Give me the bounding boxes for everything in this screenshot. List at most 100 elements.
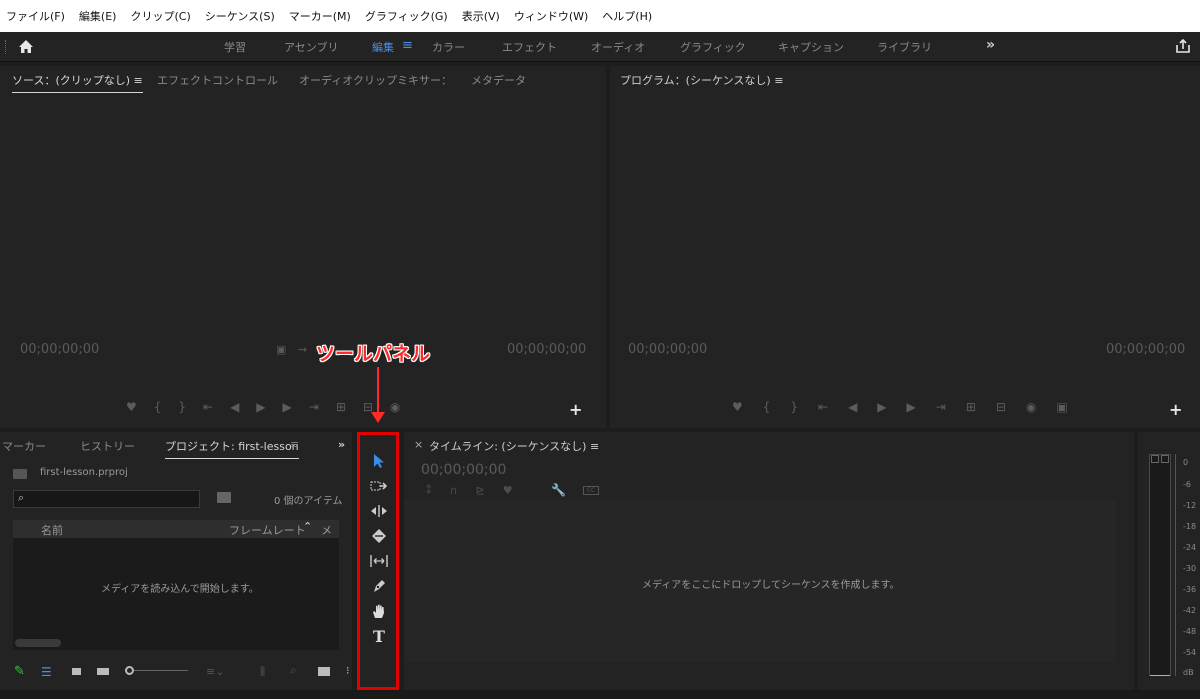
project-list-header: 名前 フレームレート ⌃ メデ: [13, 520, 339, 553]
list-view-icon[interactable]: ☰: [41, 665, 52, 679]
share-icon[interactable]: [1174, 37, 1192, 55]
program-tabbar: プログラム：(シーケンスなし) ≡: [610, 66, 1200, 94]
drag-audio-icon[interactable]: ⇝: [298, 343, 307, 356]
timeline-toolbar[interactable]: ⁑∩⊵♥: [426, 484, 531, 497]
program-add-button[interactable]: +: [1169, 400, 1182, 419]
workspace-audio[interactable]: オーディオ: [591, 39, 645, 55]
tab-program[interactable]: プログラム：(シーケンスなし) ≡: [620, 72, 783, 88]
tab-audio-clip-mixer[interactable]: オーディオクリップミキサー：: [299, 72, 452, 88]
project-tabbar: マーカー ヒストリー プロジェクト: first-lesson ≡ »: [0, 432, 352, 460]
captions-icon[interactable]: CC: [583, 486, 599, 495]
pencil-icon[interactable]: ✎: [14, 664, 25, 679]
program-transport-controls[interactable]: ♥{}⇤◀▶▶⇥⊞⊟◉▣: [732, 400, 1088, 414]
grip-handle[interactable]: [5, 40, 7, 54]
workspace-effects[interactable]: エフェクト: [502, 39, 557, 55]
workspace-bar: 学習 アセンブリ 編集 ≡ カラー エフェクト オーディオ グラフィック キャプ…: [0, 32, 1200, 62]
annotation-arrow-head: [371, 412, 385, 423]
zoom-slider-handle[interactable]: [125, 666, 134, 675]
menu-view[interactable]: 表示(V): [462, 8, 500, 24]
home-icon[interactable]: [16, 37, 36, 57]
column-framerate[interactable]: フレームレート: [229, 522, 306, 538]
menu-window[interactable]: ウィンドウ(W): [514, 8, 588, 24]
selection-tool-icon[interactable]: [369, 451, 389, 471]
project-search-input[interactable]: ⌕: [13, 490, 200, 508]
column-name[interactable]: 名前: [41, 522, 63, 538]
tab-history[interactable]: ヒストリー: [80, 438, 135, 454]
drag-video-icon[interactable]: ▣: [276, 343, 286, 356]
source-timecode-duration: 00;00;00;00: [507, 342, 587, 357]
icon-view-icon[interactable]: [72, 668, 81, 675]
tab-markers[interactable]: マーカー: [2, 438, 46, 454]
project-item-count: 0 個のアイテム: [274, 496, 343, 507]
pen-tool-icon[interactable]: [369, 576, 389, 596]
wrench-icon[interactable]: 🔧: [551, 483, 566, 497]
tab-source[interactable]: ソース：(クリップなし) ≡: [12, 72, 143, 93]
meter-tick: -18: [1183, 522, 1197, 531]
menu-edit[interactable]: 編集(E): [79, 8, 117, 24]
workspace-learn[interactable]: 学習: [224, 39, 246, 55]
menu-marker[interactable]: マーカー(M): [289, 8, 351, 24]
meter-tick: -48: [1183, 627, 1197, 636]
sort-ascending-icon[interactable]: ⌃: [303, 520, 312, 533]
ripple-edit-tool-icon[interactable]: [369, 501, 389, 521]
workspace-color[interactable]: カラー: [432, 39, 465, 55]
workspace-menu-icon[interactable]: ≡: [402, 38, 413, 53]
more-workspaces-button[interactable]: »: [986, 37, 995, 53]
source-tabbar: ソース：(クリップなし) ≡ エフェクトコントロール オーディオクリップミキサー…: [0, 66, 606, 94]
slip-tool-icon[interactable]: [369, 551, 389, 571]
annotation-label: ツールパネル: [316, 343, 431, 365]
razor-tool-icon[interactable]: [369, 526, 389, 546]
menu-clip[interactable]: クリップ(C): [130, 8, 190, 24]
workspace-graphics[interactable]: グラフィック: [680, 39, 746, 55]
tab-project[interactable]: プロジェクト: first-lesson: [165, 438, 299, 459]
new-search-bin-icon[interactable]: [217, 492, 231, 503]
project-file-icon: [13, 469, 27, 479]
meter-tick: -24: [1183, 543, 1197, 552]
new-item-icon[interactable]: ⁝: [346, 664, 350, 677]
meter-tick: -42: [1183, 606, 1197, 615]
project-list-body[interactable]: メディアを読み込んで開始します。: [13, 538, 339, 650]
zoom-slider-track[interactable]: [134, 670, 188, 671]
automate-to-sequence-icon[interactable]: ⫼: [260, 665, 265, 679]
hand-tool-icon[interactable]: [369, 601, 389, 621]
audio-meter-track: [1149, 454, 1171, 676]
new-bin-icon[interactable]: [318, 667, 330, 676]
annotation-arrow-line: [377, 367, 379, 415]
program-timecode-current[interactable]: 00;00;00;00: [628, 342, 707, 357]
sort-icons-icon[interactable]: ≡⌄: [206, 665, 224, 678]
source-monitor-panel: ソース：(クリップなし) ≡ エフェクトコントロール オーディオクリップミキサー…: [0, 66, 606, 428]
audio-meter-scale-line: [1175, 454, 1176, 676]
project-more-button[interactable]: »: [338, 438, 345, 451]
meter-tick: -54: [1183, 648, 1197, 657]
workspace-libraries[interactable]: ライブラリ: [877, 39, 932, 55]
project-scrollbar[interactable]: [15, 639, 61, 647]
freeform-view-icon[interactable]: [97, 668, 109, 675]
timeline-empty-message: メディアをここにドロップしてシーケンスを作成します。: [642, 580, 900, 591]
program-timecode-duration: 00;00;00;00: [1106, 342, 1186, 357]
find-icon[interactable]: ⌕: [290, 663, 297, 678]
meter-tick: -6: [1183, 480, 1191, 489]
workspace-captions[interactable]: キャプション: [778, 39, 844, 55]
program-monitor-panel: プログラム：(シーケンスなし) ≡ 00;00;00;00 00;00;00;0…: [610, 66, 1200, 428]
workspace-editing[interactable]: 編集: [372, 39, 394, 55]
track-select-tool-icon[interactable]: [369, 476, 389, 496]
search-icon: ⌕: [18, 491, 25, 504]
project-panel-menu-icon[interactable]: ≡: [290, 438, 299, 451]
menu-sequence[interactable]: シーケンス(S): [205, 8, 275, 24]
timeline-timecode[interactable]: 00;00;00;00: [421, 462, 506, 478]
workspace-assembly[interactable]: アセンブリ: [284, 39, 338, 55]
meter-tick: 0: [1183, 458, 1189, 467]
menu-file[interactable]: ファイル(F): [6, 8, 65, 24]
project-panel: マーカー ヒストリー プロジェクト: first-lesson ≡ » firs…: [0, 432, 352, 690]
source-timecode-current[interactable]: 00;00;00;00: [20, 342, 99, 357]
menu-graphics[interactable]: グラフィック(G): [365, 8, 448, 24]
close-icon[interactable]: ×: [414, 438, 423, 451]
timeline-drop-area[interactable]: メディアをここにドロップしてシーケンスを作成します。: [404, 500, 1116, 662]
status-bar: [0, 690, 1200, 699]
source-add-button[interactable]: +: [569, 400, 582, 419]
menu-help[interactable]: ヘルプ(H): [602, 8, 652, 24]
tab-effect-controls[interactable]: エフェクトコントロール: [157, 72, 278, 88]
tab-timeline[interactable]: タイムライン: (シーケンスなし) ≡: [429, 438, 599, 454]
type-tool-icon[interactable]: T: [369, 626, 389, 646]
tab-metadata[interactable]: メタデータ: [471, 72, 526, 88]
